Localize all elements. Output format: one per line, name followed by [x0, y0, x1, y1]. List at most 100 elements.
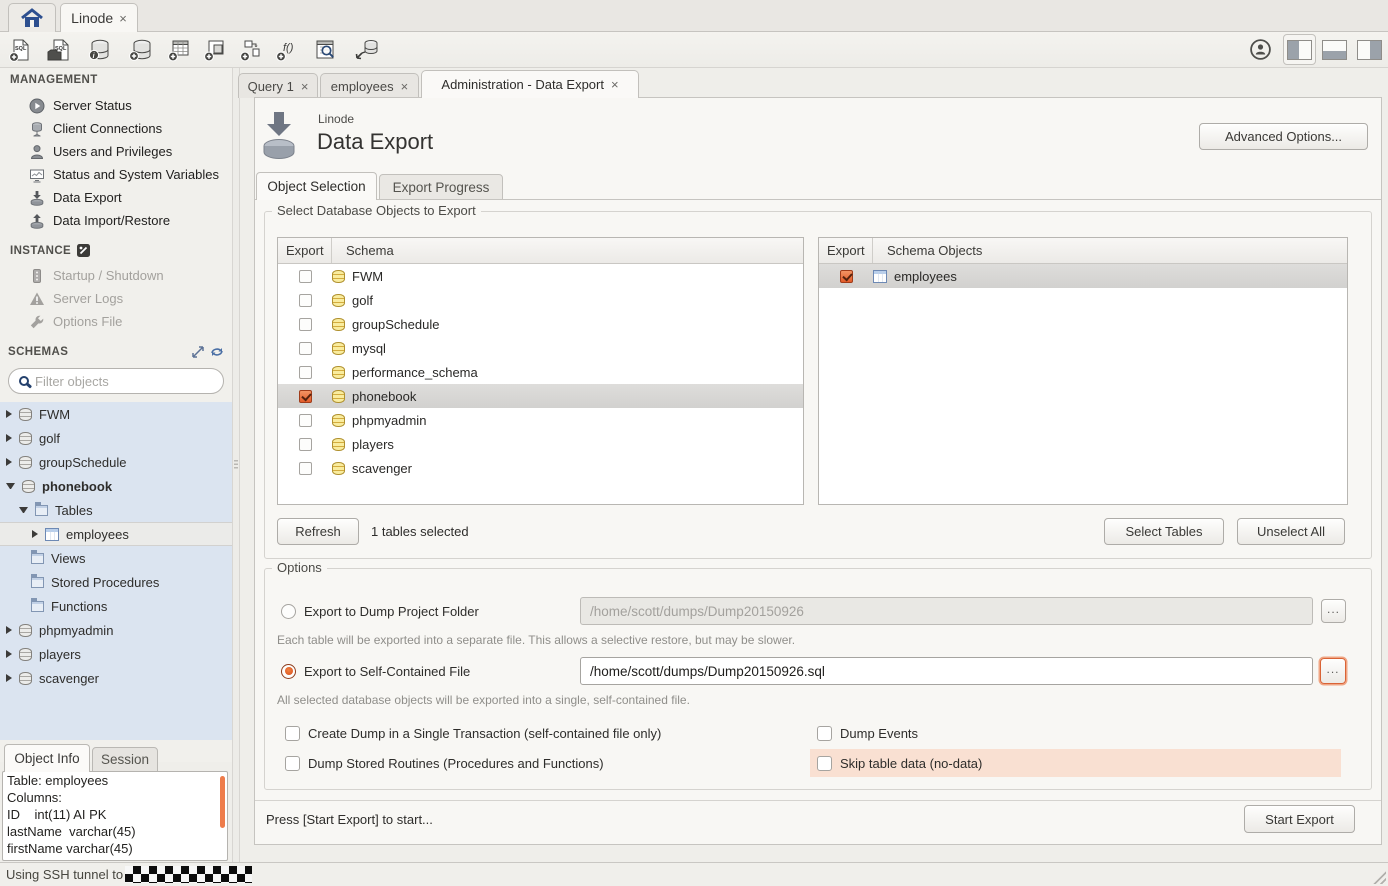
collapsed-arrow-icon[interactable] [6, 458, 12, 466]
create-view-icon[interactable] [200, 36, 230, 64]
sidebar-item-users-privileges[interactable]: Users and Privileges [0, 140, 232, 163]
schema-row[interactable]: scavenger [278, 456, 803, 480]
close-icon[interactable]: × [611, 77, 619, 92]
enterprise-badge-icon[interactable] [1249, 38, 1272, 61]
schema-row[interactable]: performance_schema [278, 360, 803, 384]
table-search-icon[interactable] [310, 36, 340, 64]
collapsed-arrow-icon[interactable] [6, 410, 12, 418]
collapsed-arrow-icon[interactable] [6, 434, 12, 442]
toggle-left-panel-icon[interactable] [1287, 40, 1312, 60]
tree-item-groupschedule[interactable]: groupSchedule [0, 450, 232, 474]
export-checkbox[interactable] [299, 438, 312, 451]
option-checkbox[interactable] [817, 726, 832, 741]
schema-row[interactable]: players [278, 432, 803, 456]
export-checkbox[interactable] [299, 366, 312, 379]
tree-item-phpmyadmin[interactable]: phpmyadmin [0, 618, 232, 642]
select-tables-button[interactable]: Select Tables [1104, 518, 1224, 545]
schema-row[interactable]: phonebook [278, 384, 803, 408]
option-checkbox[interactable] [285, 726, 300, 741]
tree-item-players[interactable]: players [0, 642, 232, 666]
dump-folder-path-field[interactable]: /home/scott/dumps/Dump20150926 [580, 597, 1313, 625]
schema-row[interactable]: FWM [278, 264, 803, 288]
open-sql-script-icon[interactable]: SQL [44, 36, 74, 64]
sidebar-item-client-connections[interactable]: Client Connections [0, 117, 232, 140]
collapsed-arrow-icon[interactable] [6, 674, 12, 682]
column-header-export[interactable]: Export [819, 238, 873, 263]
export-checkbox[interactable] [299, 390, 312, 403]
tab-query-1[interactable]: Query 1× [238, 73, 318, 98]
instance-actions-icon[interactable] [77, 244, 90, 257]
close-icon[interactable]: × [301, 79, 309, 94]
new-sql-tab-icon[interactable]: SQL [6, 36, 36, 64]
home-tab[interactable] [8, 3, 56, 32]
sidebar-item-data-export[interactable]: Data Export [0, 186, 232, 209]
tree-item-phonebook[interactable]: phonebook [0, 474, 232, 498]
self-contained-radio[interactable] [281, 664, 296, 679]
sidebar-item-server-status[interactable]: Server Status [0, 94, 232, 117]
start-export-button[interactable]: Start Export [1244, 805, 1355, 833]
expanded-arrow-icon[interactable] [6, 483, 15, 489]
sidebar-item-server-logs[interactable]: Server Logs [0, 287, 232, 310]
toggle-right-panel-icon[interactable] [1357, 40, 1382, 60]
unselect-all-button[interactable]: Unselect All [1237, 518, 1345, 545]
create-schema-icon[interactable] [126, 36, 156, 64]
option-checkbox-row[interactable]: Dump Events [810, 719, 1341, 747]
export-checkbox[interactable] [840, 270, 853, 283]
tab-object-info[interactable]: Object Info [4, 744, 90, 772]
tree-item-functions[interactable]: Functions [0, 594, 232, 618]
schema-row[interactable]: mysql [278, 336, 803, 360]
create-table-icon[interactable] [164, 36, 194, 64]
self-contained-path-field[interactable]: /home/scott/dumps/Dump20150926.sql [580, 657, 1313, 685]
export-checkbox[interactable] [299, 342, 312, 355]
column-header-schema[interactable]: Schema [332, 243, 394, 258]
sidebar-item-options-file[interactable]: Options File [0, 310, 232, 333]
expand-schemas-icon[interactable] [192, 346, 204, 358]
database-info-icon[interactable]: i [84, 36, 114, 64]
schema-filter-input[interactable] [35, 374, 195, 389]
dump-folder-radio[interactable] [281, 604, 296, 619]
object-row[interactable]: employees [819, 264, 1347, 288]
self-contained-browse-button[interactable]: ... [1320, 658, 1346, 684]
tree-item-views[interactable]: Views [0, 546, 232, 570]
reconnect-database-icon[interactable] [352, 36, 382, 64]
collapsed-arrow-icon[interactable] [6, 650, 12, 658]
self-contained-option[interactable]: Export to Self-Contained File [281, 657, 470, 685]
option-checkbox-row[interactable]: Skip table data (no-data) [810, 749, 1341, 777]
option-checkbox-row[interactable]: Dump Stored Routines (Procedures and Fun… [278, 749, 803, 777]
tab-employees[interactable]: employees× [320, 73, 419, 98]
close-icon[interactable]: × [401, 79, 409, 94]
tree-item-golf[interactable]: golf [0, 426, 232, 450]
dump-folder-option[interactable]: Export to Dump Project Folder [281, 597, 479, 625]
tab-export-progress[interactable]: Export Progress [379, 174, 503, 200]
tree-item-employees[interactable]: employees [0, 522, 232, 546]
tree-item-scavenger[interactable]: scavenger [0, 666, 232, 690]
dump-folder-browse-button[interactable]: ... [1321, 599, 1346, 623]
schema-row[interactable]: groupSchedule [278, 312, 803, 336]
export-checkbox[interactable] [299, 318, 312, 331]
collapsed-arrow-icon[interactable] [32, 530, 38, 538]
refresh-button[interactable]: Refresh [277, 518, 359, 545]
export-checkbox[interactable] [299, 270, 312, 283]
collapsed-arrow-icon[interactable] [6, 626, 12, 634]
export-checkbox[interactable] [299, 462, 312, 475]
object-info-scrollbar[interactable] [220, 776, 225, 828]
column-header-schema-objects[interactable]: Schema Objects [873, 243, 982, 258]
create-function-icon[interactable]: f() [272, 36, 302, 64]
tab-administration-data-export[interactable]: Administration - Data Export× [421, 70, 639, 98]
close-icon[interactable]: × [119, 11, 127, 26]
sidebar-item-data-import[interactable]: Data Import/Restore [0, 209, 232, 232]
option-checkbox[interactable] [285, 756, 300, 771]
tree-item-fwm[interactable]: FWM [0, 402, 232, 426]
tab-session[interactable]: Session [92, 747, 158, 772]
sidebar-splitter[interactable] [232, 68, 240, 862]
advanced-options-button[interactable]: Advanced Options... [1199, 123, 1368, 150]
refresh-schemas-icon[interactable] [210, 346, 224, 358]
tree-item-tables[interactable]: Tables [0, 498, 232, 522]
connection-tab-linode[interactable]: Linode × [60, 3, 138, 32]
sidebar-item-startup-shutdown[interactable]: Startup / Shutdown [0, 264, 232, 287]
export-checkbox[interactable] [299, 414, 312, 427]
export-checkbox[interactable] [299, 294, 312, 307]
toggle-bottom-panel-icon[interactable] [1322, 40, 1347, 60]
option-checkbox[interactable] [817, 756, 832, 771]
schema-row[interactable]: golf [278, 288, 803, 312]
